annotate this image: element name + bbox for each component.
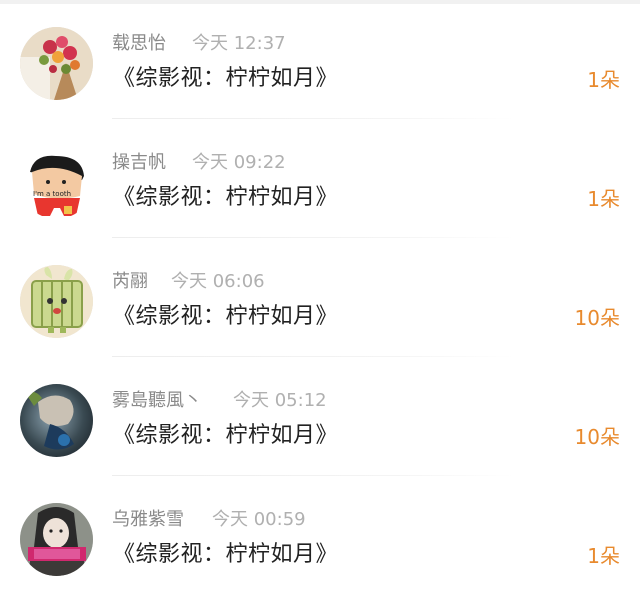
book-title[interactable]: 《综影视：柠柠如月》 [113,64,338,94]
timestamp: 今天 06:06 [171,271,265,292]
portrait-avatar-icon[interactable] [20,503,93,576]
book-title[interactable]: 《综影视：柠柠如月》 [113,540,338,570]
timestamp: 今天 09:22 [192,152,286,173]
timestamp: 今天 05:12 [233,390,327,411]
cartoon-bunny-avatar-icon[interactable] [20,265,93,338]
book-title[interactable]: 《综影视：柠柠如月》 [113,183,338,213]
flower-count: 1朵 [587,544,620,568]
book-title[interactable]: 《综影视：柠柠如月》 [113,302,338,332]
flower-count: 1朵 [587,187,620,211]
flowers-avatar-icon[interactable] [20,27,93,100]
list-item[interactable]: I'm a tooth 操吉帆 今天 09:22 《综影视：柠柠如月》 1朵 [0,119,640,238]
timestamp: 今天 12:37 [192,33,286,54]
flower-count: 10朵 [574,306,620,330]
sender-name[interactable]: 乌雅紫雪 [112,507,184,533]
list-item[interactable]: 芮翮 今天 06:06 《综影视：柠柠如月》 10朵 [0,238,640,357]
sender-name[interactable]: 载思怡 [112,31,166,57]
list-item[interactable]: 雾島聽風丶 今天 05:12 《综影视：柠柠如月》 10朵 [0,357,640,476]
avatar-caption: I'm a tooth [33,190,71,198]
photo-avatar-icon[interactable] [20,384,93,457]
flower-count: 10朵 [574,425,620,449]
book-title[interactable]: 《综影视：柠柠如月》 [113,421,338,451]
cartoon-tooth-avatar-icon[interactable]: I'm a tooth [20,146,93,219]
timestamp: 今天 00:59 [212,509,306,530]
sender-name[interactable]: 雾島聽風丶 [112,388,202,414]
sender-name[interactable]: 芮翮 [112,269,148,295]
list-item[interactable]: 乌雅紫雪 今天 00:59 《综影视：柠柠如月》 1朵 [0,476,640,595]
sender-name[interactable]: 操吉帆 [112,150,166,176]
flower-count: 1朵 [587,68,620,92]
list-item[interactable]: 载思怡 今天 12:37 《综影视：柠柠如月》 1朵 [0,0,640,119]
